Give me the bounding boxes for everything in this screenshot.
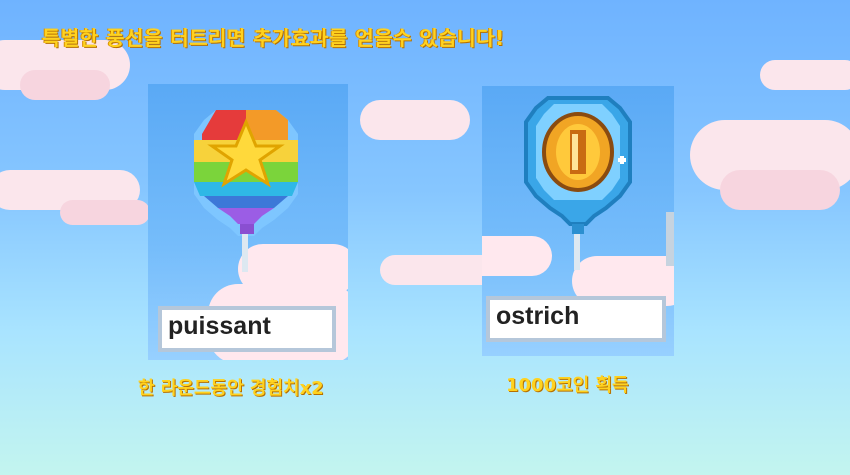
balloon-name-label: ostrich <box>486 296 666 342</box>
background-cloud <box>760 60 850 90</box>
background-cloud <box>360 100 470 140</box>
balloon-card-puissant[interactable]: puissant <box>148 84 348 360</box>
balloon-effect-caption: 1000코인 획득 <box>506 375 629 396</box>
page-title: 특별한 풍선을 터트리면 추가효과를 얻을수 있습니다! <box>42 26 505 50</box>
background-cloud <box>20 70 110 100</box>
balloon-effect-caption: 한 라운드동안 경험치x2 <box>138 378 324 399</box>
rainbow-star-balloon-icon <box>194 110 298 272</box>
balloon-name-label: puissant <box>158 306 336 352</box>
coin-balloon-icon <box>524 96 632 270</box>
scrollbar[interactable] <box>666 212 674 266</box>
background-cloud <box>720 170 840 210</box>
balloon-card-ostrich[interactable]: ostrich <box>482 86 674 356</box>
background-cloud <box>60 200 150 225</box>
